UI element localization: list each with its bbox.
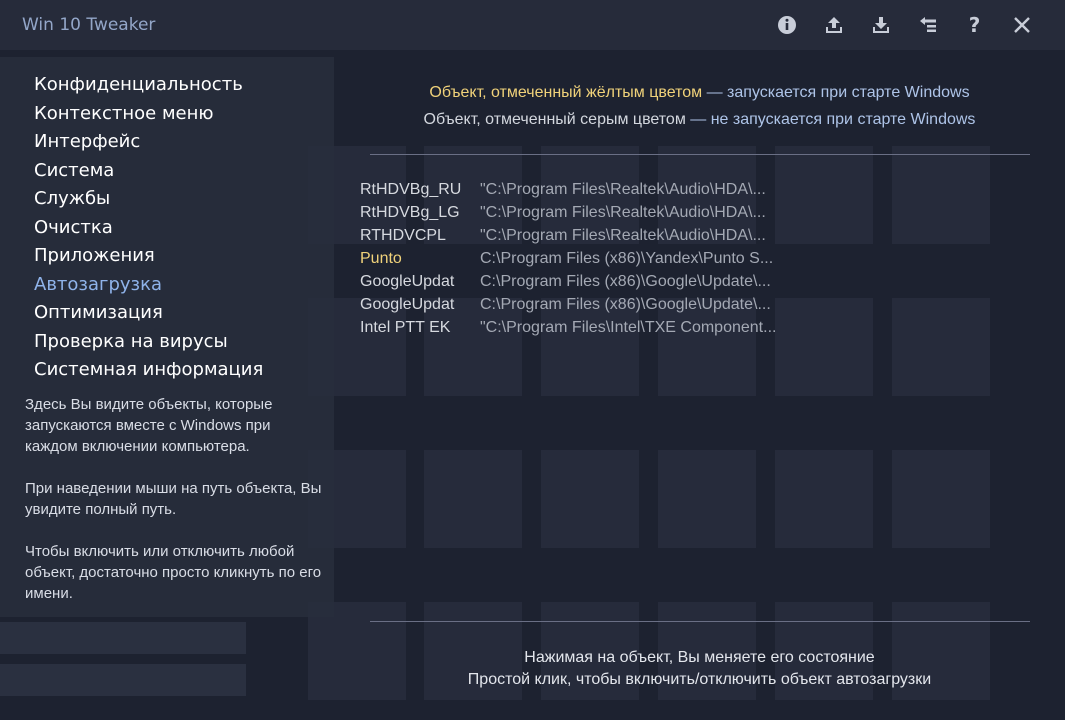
sidebar-item-system[interactable]: Система [34,157,263,186]
startup-item-name[interactable]: RTHDVCPL [360,224,480,247]
close-icon[interactable] [998,12,1045,38]
sidebar-item-privacy[interactable]: Конфиденциальность [34,71,263,100]
help-paragraph: Здесь Вы видите объекты, которые запуска… [25,396,273,455]
sidebar-item-services[interactable]: Службы [34,185,263,214]
upload-icon[interactable] [810,12,857,38]
sidebar-item-virus-check[interactable]: Проверка на вирусы [34,328,263,357]
startup-item-path[interactable]: "C:\Program Files\Intel\TXE Component... [480,316,800,339]
legend-yellow-text: Объект, отмеченный жёлтым цветом [429,84,703,101]
startup-item-path[interactable]: "C:\Program Files\Realtek\Audio\HDA\... [480,178,800,201]
startup-item-path[interactable]: C:\Program Files (x86)\Google\Update\... [480,293,800,316]
download-icon[interactable] [857,12,904,38]
startup-item-name[interactable]: RtHDVBg_LG [360,201,480,224]
startup-item-name[interactable]: RtHDVBg_RU [360,178,480,201]
startup-panel: Объект, отмеченный жёлтым цветом — запус… [334,57,1065,720]
sidebar-item-context-menu[interactable]: Контекстное меню [34,100,263,129]
sidebar-item-startup[interactable]: Автозагрузка [34,271,263,300]
sidebar-item-apps[interactable]: Приложения [34,242,263,271]
sidebar-item-system-info[interactable]: Системная информация [34,356,263,385]
help-paragraph: Чтобы включить или отключить любой объек… [25,543,322,602]
startup-item-name[interactable]: GoogleUpdat [360,293,480,316]
app-title: Win 10 Tweaker [22,15,156,35]
legend-gray-rest: — не запускается при старте Windows [685,111,976,128]
color-legend: Объект, отмеченный жёлтым цветом — запус… [334,79,1065,133]
toolbar: ? [763,12,1045,38]
legend-disabled: Объект, отмеченный серым цветом — не зап… [334,106,1065,133]
startup-item-path[interactable]: "C:\Program Files\Realtek\Audio\HDA\... [480,224,800,247]
settings-list-icon[interactable] [904,12,951,38]
startup-item[interactable]: RtHDVBg_LG "C:\Program Files\Realtek\Aud… [360,201,800,224]
sidebar-nav: Конфиденциальность Контекстное меню Инте… [34,71,263,385]
sidebar-item-cleanup[interactable]: Очистка [34,214,263,243]
startup-item-path[interactable]: C:\Program Files (x86)\Google\Update\... [480,270,800,293]
legend-enabled: Объект, отмеченный жёлтым цветом — запус… [334,79,1065,106]
sidebar: Конфиденциальность Контекстное меню Инте… [0,57,334,617]
sidebar-item-interface[interactable]: Интерфейс [34,128,263,157]
divider-bottom [370,621,1030,622]
help-text: Здесь Вы видите объекты, которые запуска… [25,394,325,625]
sidebar-item-optimization[interactable]: Оптимизация [34,299,263,328]
startup-item-name[interactable]: Punto [360,247,480,270]
footer-line-2: Простой клик, чтобы включить/отключить о… [467,671,932,688]
startup-list: RtHDVBg_RU "C:\Program Files\Realtek\Aud… [360,178,800,339]
startup-item-path[interactable]: C:\Program Files (x86)\Yandex\Punto S... [480,247,800,270]
footer-line-1: Нажимая на объект, Вы меняете его состоя… [524,649,875,666]
footer-hint: Нажимая на объект, Вы меняете его состоя… [334,647,1065,691]
help-icon[interactable]: ? [951,12,998,38]
title-bar: Win 10 Tweaker ? [0,0,1065,50]
startup-item[interactable]: GoogleUpdat C:\Program Files (x86)\Googl… [360,270,800,293]
startup-item-name[interactable]: GoogleUpdat [360,270,480,293]
startup-item[interactable]: RtHDVBg_RU "C:\Program Files\Realtek\Aud… [360,178,800,201]
info-icon[interactable] [763,12,810,38]
startup-item-name[interactable]: Intel PTT EK [360,316,480,339]
legend-gray-text: Объект, отмеченный серым цветом [423,111,686,128]
divider-top [370,154,1030,155]
startup-item[interactable]: GoogleUpdat C:\Program Files (x86)\Googl… [360,293,800,316]
startup-item[interactable]: Punto C:\Program Files (x86)\Yandex\Punt… [360,247,800,270]
help-paragraph: При наведении мыши на путь объекта, Вы у… [25,480,322,518]
legend-yellow-rest: — запускается при старте Windows [702,84,970,101]
startup-item-path[interactable]: "C:\Program Files\Realtek\Audio\HDA\... [480,201,800,224]
startup-item[interactable]: Intel PTT EK "C:\Program Files\Intel\TXE… [360,316,800,339]
startup-item[interactable]: RTHDVCPL "C:\Program Files\Realtek\Audio… [360,224,800,247]
